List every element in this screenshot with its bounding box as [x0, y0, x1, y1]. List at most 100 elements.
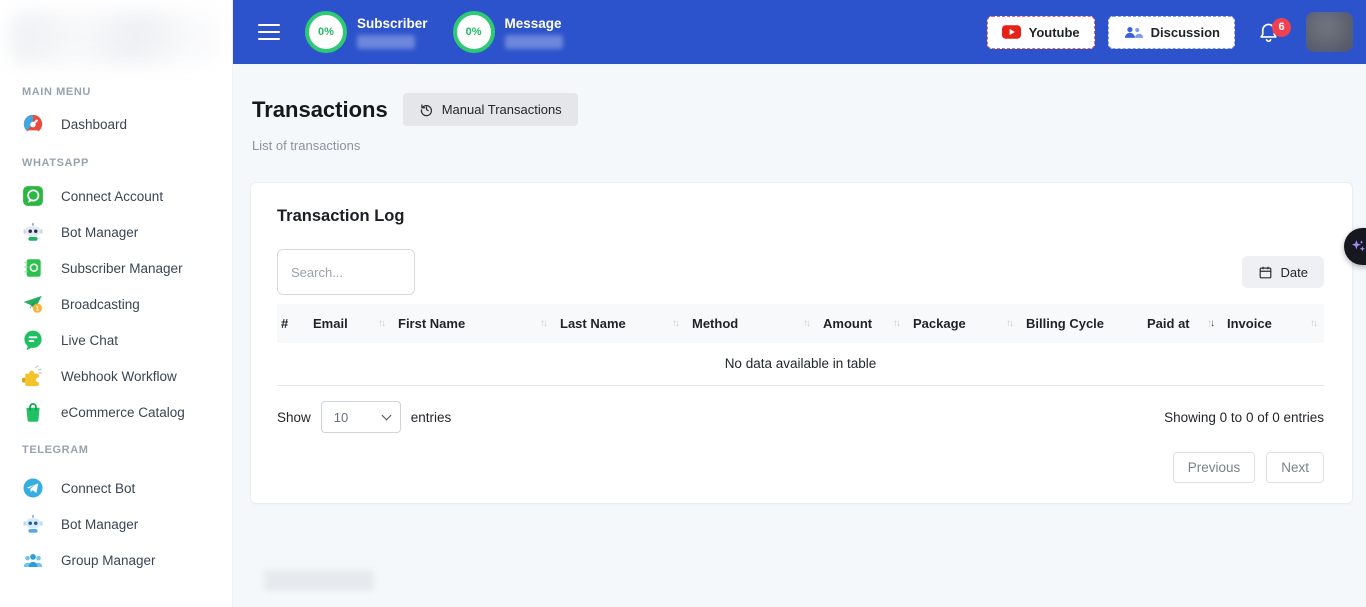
date-button-label: Date [1281, 265, 1308, 280]
transactions-table: # Email↑↓ First Name↑↓ Last Name↑↓ Metho… [277, 304, 1324, 386]
hamburger-menu-icon[interactable] [258, 19, 280, 45]
empty-table-message: No data available in table [277, 343, 1324, 386]
column-header-billing-cycle[interactable]: Billing Cycle [1020, 304, 1141, 343]
next-page-button[interactable]: Next [1266, 452, 1324, 483]
sort-icon: ↑↓ [1310, 318, 1318, 329]
column-header-amount[interactable]: Amount↑↓ [817, 304, 907, 343]
users-icon [1123, 26, 1143, 39]
sort-icon: ↑↓ [378, 318, 386, 329]
whatsapp-icon [22, 185, 44, 207]
page-size-select[interactable]: 10 [321, 401, 401, 433]
notification-count-badge: 6 [1272, 18, 1291, 37]
footer-text-redacted [264, 570, 374, 591]
sidebar-item-connect-bot[interactable]: Connect Bot [0, 470, 232, 506]
sort-icon: ↑↓ [540, 318, 548, 329]
gauge-icon [22, 113, 44, 135]
content-area: Transactions Manual Transactions List of… [233, 64, 1366, 607]
subscriber-stat-value-redacted [357, 35, 415, 49]
sidebar-item-dashboard[interactable]: Dashboard [0, 106, 232, 142]
entries-label: entries [411, 410, 452, 425]
history-icon [419, 102, 434, 117]
message-stat: 0% Message [453, 11, 563, 53]
transaction-log-card: Transaction Log Date [250, 182, 1353, 504]
column-header-method[interactable]: Method↑↓ [686, 304, 817, 343]
robot-blue-icon [22, 513, 44, 535]
topbar: 0% Subscriber 0% Message [233, 0, 1366, 64]
shopping-bag-icon [22, 401, 44, 423]
sparkles-icon [1350, 238, 1366, 255]
manual-transactions-label: Manual Transactions [442, 102, 562, 117]
broadcast-badge: 1 [36, 306, 40, 313]
page-subtitle: List of transactions [252, 138, 1353, 153]
card-title: Transaction Log [277, 207, 1324, 226]
table-header-row: # Email↑↓ First Name↑↓ Last Name↑↓ Metho… [277, 304, 1324, 343]
sort-icon: ↑↓ [893, 318, 901, 329]
message-stat-label: Message [505, 16, 563, 31]
sidebar-item-label: Bot Manager [61, 225, 138, 240]
app-root: MAIN MENU Dashboard WHATSAPP [0, 0, 1366, 607]
youtube-icon [1002, 25, 1021, 39]
sidebar-section-telegram: TELEGRAM [0, 444, 232, 456]
sidebar: MAIN MENU Dashboard WHATSAPP [0, 0, 233, 607]
chat-bubble-icon [22, 329, 44, 351]
sidebar-item-label: Group Manager [61, 553, 156, 568]
show-label: Show [277, 410, 311, 425]
sidebar-item-label: Live Chat [61, 333, 118, 348]
contacts-icon [22, 257, 44, 279]
sidebar-item-webhook-workflow[interactable]: Webhook Workflow [0, 358, 232, 394]
discussion-button-label: Discussion [1151, 25, 1220, 40]
message-stat-value-redacted [505, 35, 563, 49]
youtube-button[interactable]: Youtube [987, 16, 1095, 49]
avatar[interactable] [1306, 12, 1353, 52]
sidebar-item-bot-manager-whatsapp[interactable]: Bot Manager [0, 214, 232, 250]
robot-icon [22, 221, 44, 243]
column-header-package[interactable]: Package↑↓ [907, 304, 1020, 343]
group-icon [22, 549, 44, 571]
sidebar-item-ecommerce-catalog[interactable]: eCommerce Catalog [0, 394, 232, 430]
sidebar-item-bot-manager-telegram[interactable]: Bot Manager [0, 506, 232, 542]
sidebar-item-label: Subscriber Manager [61, 261, 183, 276]
sidebar-section-main-menu: MAIN MENU [0, 86, 232, 98]
manual-transactions-button[interactable]: Manual Transactions [403, 93, 578, 126]
sidebar-item-label: Bot Manager [61, 517, 138, 532]
sidebar-item-label: Connect Account [61, 189, 163, 204]
sidebar-item-subscriber-manager[interactable]: Subscriber Manager [0, 250, 232, 286]
logo-blurred [10, 12, 218, 64]
sidebar-item-label: Connect Bot [61, 481, 135, 496]
youtube-button-label: Youtube [1029, 25, 1080, 40]
avatar-redacted [1306, 12, 1353, 52]
discussion-button[interactable]: Discussion [1108, 16, 1235, 49]
sidebar-item-group-manager[interactable]: Group Manager [0, 542, 232, 578]
entries-summary: Showing 0 to 0 of 0 entries [1164, 410, 1324, 425]
subscriber-stat: 0% Subscriber [305, 11, 428, 53]
column-header-first-name[interactable]: First Name↑↓ [392, 304, 554, 343]
column-header-index: # [277, 304, 307, 343]
sidebar-item-connect-account[interactable]: Connect Account [0, 178, 232, 214]
sidebar-item-label: eCommerce Catalog [61, 405, 185, 420]
column-header-email[interactable]: Email↑↓ [307, 304, 392, 343]
sidebar-item-label: Dashboard [61, 117, 127, 132]
sort-icon-active-desc: ↑↓ [1207, 318, 1215, 329]
sidebar-item-label: Webhook Workflow [61, 369, 177, 384]
sort-icon: ↑↓ [672, 318, 680, 329]
message-progress-ring: 0% [453, 11, 495, 53]
search-input[interactable] [277, 249, 415, 295]
notifications-button[interactable]: 6 [1257, 21, 1280, 44]
column-header-last-name[interactable]: Last Name↑↓ [554, 304, 686, 343]
column-header-invoice[interactable]: Invoice↑↓ [1221, 304, 1324, 343]
calendar-icon [1258, 265, 1273, 280]
sort-icon: ↑↓ [1006, 318, 1014, 329]
sidebar-section-whatsapp: WHATSAPP [0, 157, 232, 169]
puzzle-icon [22, 365, 44, 387]
previous-page-button[interactable]: Previous [1173, 452, 1256, 483]
sort-icon: ↑↓ [803, 318, 811, 329]
main-area: 0% Subscriber 0% Message [233, 0, 1366, 607]
subscriber-stat-label: Subscriber [357, 16, 428, 31]
column-header-paid-at[interactable]: Paid at↑↓ [1141, 304, 1221, 343]
date-filter-button[interactable]: Date [1242, 256, 1324, 288]
telegram-icon [22, 477, 44, 499]
sidebar-item-broadcasting[interactable]: 1 Broadcasting [0, 286, 232, 322]
empty-table-row: No data available in table [277, 343, 1324, 386]
paper-plane-icon: 1 [22, 293, 44, 315]
sidebar-item-live-chat[interactable]: Live Chat [0, 322, 232, 358]
